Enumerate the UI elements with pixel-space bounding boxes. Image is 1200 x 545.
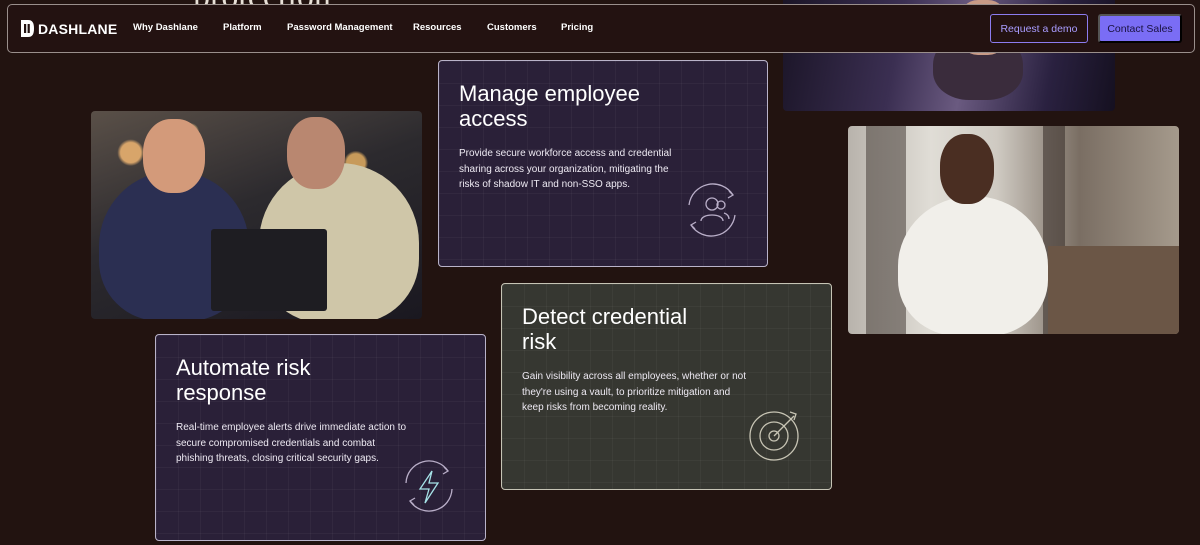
radar-icon xyxy=(744,402,808,471)
contact-sales-button[interactable]: Contact Sales xyxy=(1098,14,1182,43)
card-title: Automate risk response xyxy=(176,355,311,405)
card-manage-employee-access: Manage employee access Provide secure wor… xyxy=(438,60,768,267)
nav-link-platform[interactable]: Platform xyxy=(223,22,262,33)
card-body: Real-time employee alerts drive immediat… xyxy=(176,422,407,464)
card-body: Gain visibility across all employees, wh… xyxy=(522,371,746,413)
nav-link-resources[interactable]: Resources xyxy=(413,22,462,33)
request-demo-button[interactable]: Request a demo xyxy=(990,14,1088,43)
logo-text: DASHLANE xyxy=(38,20,118,37)
card-title: Detect credential risk xyxy=(522,304,688,354)
photo-man-at-computer xyxy=(848,126,1179,334)
top-nav: DASHLANE Why Dashlane Platform Password … xyxy=(7,4,1195,53)
nav-link-pricing[interactable]: Pricing xyxy=(561,22,593,33)
lightning-cycle-icon xyxy=(396,453,462,524)
dashlane-logo[interactable]: DASHLANE xyxy=(20,19,117,38)
nav-link-customers[interactable]: Customers xyxy=(487,22,537,33)
card-detect-credential-risk: Detect credential risk Gain visibility ac… xyxy=(501,283,832,490)
nav-link-password-management[interactable]: Password Management xyxy=(287,22,393,33)
card-body: Provide secure workforce access and cred… xyxy=(459,148,672,190)
photo-two-men-at-laptop xyxy=(91,111,422,319)
card-title: Manage employee access xyxy=(459,81,641,131)
nav-link-why-dashlane[interactable]: Why Dashlane xyxy=(133,22,198,33)
dashlane-logo-icon xyxy=(21,20,34,37)
users-cycle-icon xyxy=(677,175,747,250)
card-automate-risk-response: Automate risk response Real-time employee… xyxy=(155,334,486,541)
